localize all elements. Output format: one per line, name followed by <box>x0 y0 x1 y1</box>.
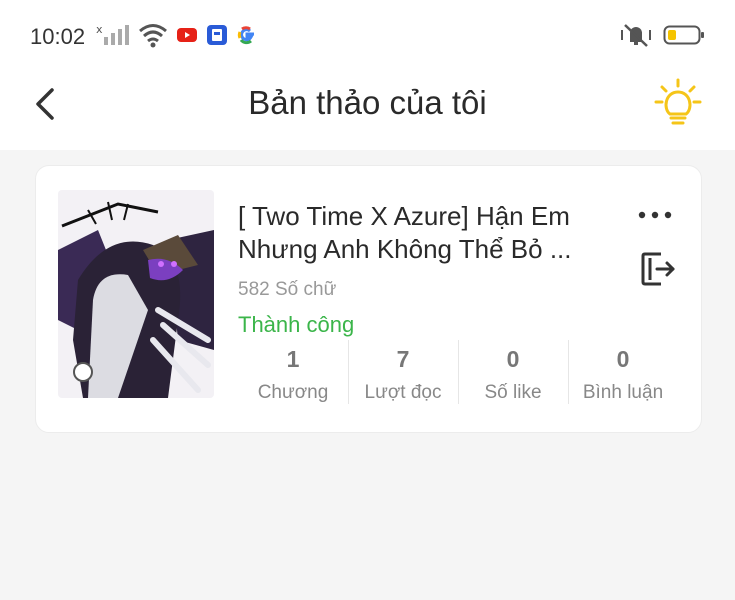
stat-value: 7 <box>396 346 410 372</box>
mute-vibrate-icon <box>621 24 651 47</box>
story-cover-image[interactable] <box>58 190 214 398</box>
stat-likes: 0 Số like <box>458 340 568 406</box>
status-icons-right <box>619 22 705 48</box>
stat-label: Chương <box>257 382 329 403</box>
lightbulb-icon[interactable] <box>653 78 703 130</box>
wifi-icon <box>139 24 167 48</box>
publish-status: Thành công <box>238 312 355 337</box>
signal-icon: x <box>96 23 129 45</box>
stat-comments: 0 Bình luận <box>568 340 678 406</box>
stat-label: Lượt đọc <box>364 382 442 403</box>
stat-value: 0 <box>506 346 520 372</box>
status-icons-left: x <box>96 22 258 48</box>
status-time: 10:02 <box>30 24 86 49</box>
page-title: Bản thảo của tôi <box>248 84 487 121</box>
more-options-icon[interactable] <box>637 208 673 222</box>
stat-label: Số like <box>484 382 542 403</box>
youtube-icon <box>177 28 197 42</box>
stat-reads: 7 Lượt đọc <box>348 340 458 406</box>
app-header: Bản thảo của tôi <box>0 72 735 150</box>
stat-label: Bình luận <box>582 382 664 403</box>
app-icon <box>207 25 227 45</box>
word-count: 582 Số chữ <box>238 279 337 300</box>
draft-card[interactable]: [ Two Time X Azure] Hận Em Nhưng Anh Khô… <box>35 165 702 433</box>
stat-value: 0 <box>616 346 630 372</box>
status-bar: 10:02 x <box>0 0 735 72</box>
svg-text:x: x <box>96 23 103 36</box>
stat-chapters: 1 Chương <box>238 340 348 406</box>
battery-icon <box>663 25 704 45</box>
story-title[interactable]: [ Two Time X Azure] Hận Em Nhưng Anh Khô… <box>238 200 618 266</box>
story-stats: 1 Chương 7 Lượt đọc 0 Số like 0 Bình luậ… <box>238 340 678 406</box>
google-icon <box>237 26 254 45</box>
stat-value: 1 <box>286 346 300 372</box>
export-icon[interactable] <box>639 250 677 288</box>
